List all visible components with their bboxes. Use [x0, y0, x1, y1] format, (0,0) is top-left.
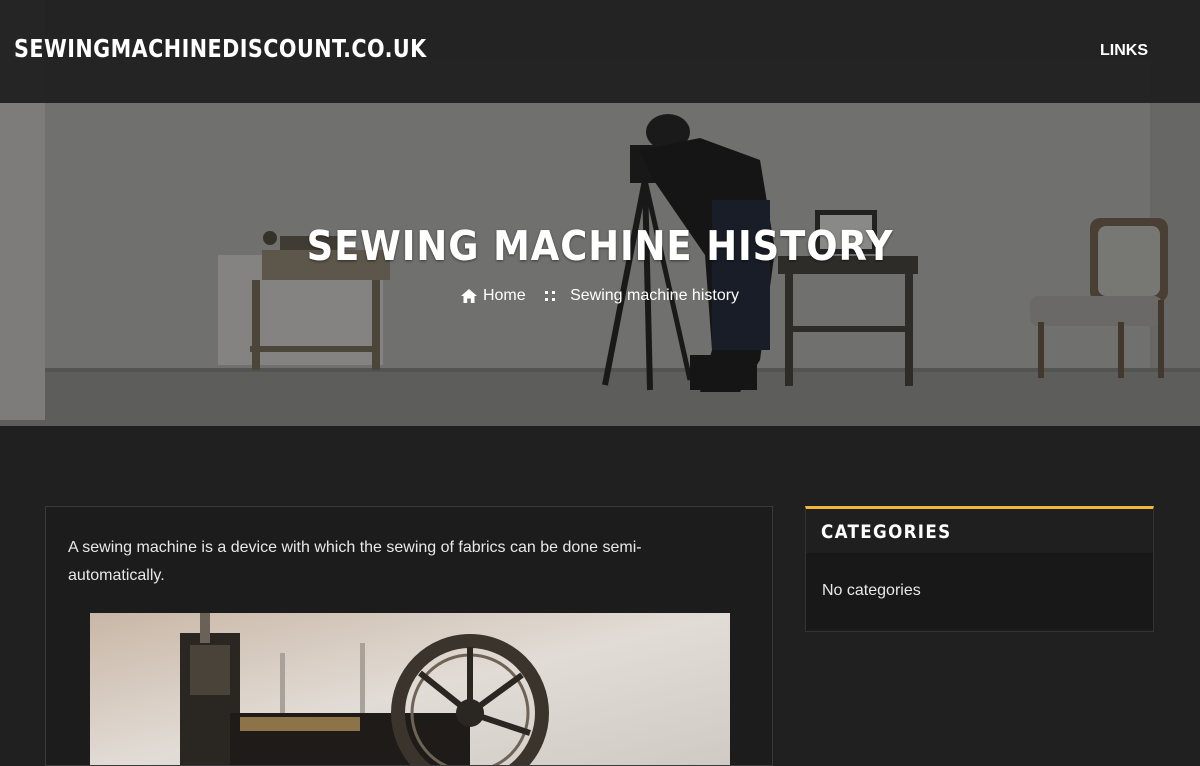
breadcrumb-current: Sewing machine history: [570, 287, 740, 304]
antique-sewing-machine-image: [90, 613, 730, 765]
hero-banner: SEWINGMACHINEDISCOUNT.CO.UK LINKS SEWING…: [0, 0, 1200, 426]
site-logo-title[interactable]: SEWINGMACHINEDISCOUNT.CO.UK: [14, 34, 427, 63]
top-navigation-bar: SEWINGMACHINEDISCOUNT.CO.UK LINKS: [0, 0, 1200, 103]
widget-title: CATEGORIES: [821, 521, 952, 543]
breadcrumb: Home Sewing machine history: [0, 287, 1200, 305]
breadcrumb-home-link[interactable]: Home: [483, 287, 526, 304]
no-categories-text: No categories: [822, 582, 921, 599]
widget-header: CATEGORIES: [806, 509, 1153, 553]
home-icon: [460, 289, 477, 303]
categories-widget: CATEGORIES No categories: [805, 506, 1154, 632]
page-title: SEWING MACHINE HISTORY: [306, 222, 894, 270]
article-intro-text: A sewing machine is a device with which …: [68, 539, 642, 584]
article-card: A sewing machine is a device with which …: [45, 506, 773, 766]
four-dots-separator-icon: [545, 291, 556, 301]
widget-body: No categories: [806, 553, 1153, 629]
nav-item-links[interactable]: LINKS: [1100, 42, 1148, 60]
